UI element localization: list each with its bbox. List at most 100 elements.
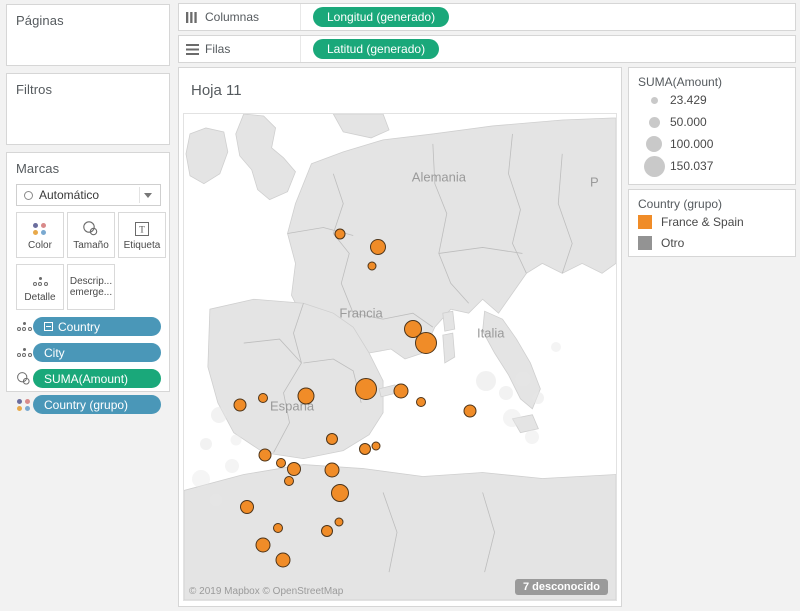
data-mark[interactable]	[416, 396, 427, 407]
pill-label: Latitud (generado)	[327, 42, 426, 56]
ghost-mark	[476, 371, 497, 392]
data-mark[interactable]	[297, 387, 315, 405]
size-button[interactable]: Tamaño	[67, 212, 115, 258]
color-legend-item-france-spain[interactable]: France & Spain	[629, 211, 795, 232]
pill-body[interactable]: Country	[33, 317, 161, 336]
size-button-label: Tamaño	[73, 240, 109, 251]
data-mark[interactable]	[286, 461, 301, 476]
rows-label-text: Filas	[205, 42, 231, 56]
columns-icon	[179, 11, 205, 23]
size-legend-value: 150.037	[670, 159, 714, 173]
map-canvas[interactable]: Alemania Francia Italia España P © 2019 …	[183, 113, 617, 601]
detail-dots-icon	[15, 322, 33, 331]
tooltip-button-label-line2: emerge...	[69, 287, 113, 298]
color-swatch	[638, 235, 652, 250]
data-mark[interactable]	[240, 499, 255, 514]
ghost-mark	[524, 430, 539, 445]
size-legend-item[interactable]: 50.000	[629, 111, 795, 133]
size-legend-value: 23.429	[670, 93, 707, 107]
data-mark[interactable]	[370, 239, 387, 256]
pill-label: City	[44, 345, 65, 360]
pages-card[interactable]: Páginas	[6, 4, 170, 66]
color-button-label: Color	[28, 240, 52, 251]
marks-pill-country[interactable]: Country	[15, 317, 169, 336]
data-mark[interactable]	[283, 476, 294, 487]
ghost-mark	[498, 386, 513, 401]
ghost-mark	[503, 408, 522, 427]
pill-body[interactable]: City	[33, 343, 161, 362]
label-text-icon: T	[134, 218, 150, 240]
filters-card[interactable]: Filtros	[6, 73, 170, 145]
color-legend-label: Otro	[661, 235, 685, 250]
color-swatch	[638, 214, 652, 229]
left-sidebar: Páginas Filtros Marcas Automático Color …	[0, 0, 175, 611]
data-mark[interactable]	[233, 398, 247, 412]
mark-type-dropdown[interactable]: Automático	[16, 184, 161, 206]
svg-text:T: T	[139, 225, 145, 235]
color-button[interactable]: Color	[16, 212, 64, 258]
data-mark[interactable]	[371, 441, 381, 451]
marks-pill-sum-amount[interactable]: SUMA(Amount)	[15, 369, 169, 388]
size-legend-item[interactable]: 100.000	[629, 133, 795, 155]
tableau-window: Páginas Filtros Marcas Automático Color …	[0, 0, 800, 611]
data-mark[interactable]	[414, 332, 437, 355]
ghost-mark	[224, 459, 239, 474]
rows-shelf-label: Filas	[179, 36, 301, 62]
data-mark[interactable]	[255, 537, 271, 553]
ghost-mark	[515, 370, 532, 387]
data-mark[interactable]	[334, 228, 346, 240]
worksheet-view: Hoja 11 Alemania Francia Italia España P…	[178, 67, 622, 607]
data-mark[interactable]	[393, 383, 409, 399]
columns-shelf[interactable]: Columnas Longitud (generado)	[178, 3, 796, 31]
size-legend-item[interactable]: 23.429	[629, 89, 795, 111]
label-button[interactable]: T Etiqueta	[118, 212, 166, 258]
pill-body[interactable]: Country (grupo)	[33, 395, 161, 414]
circle-icon	[638, 96, 670, 104]
size-legend: SUMA(Amount) 23.429 50.000 100.000 150.0…	[628, 67, 796, 185]
data-mark[interactable]	[324, 462, 340, 478]
data-mark[interactable]	[258, 448, 272, 462]
rows-pill-latitude[interactable]: Latitud (generado)	[313, 39, 440, 59]
data-mark[interactable]	[331, 484, 350, 503]
data-mark[interactable]	[355, 377, 378, 400]
color-dots-icon	[33, 218, 47, 240]
color-legend-label: France & Spain	[661, 214, 744, 229]
marks-pill-country-group[interactable]: Country (grupo)	[15, 395, 169, 414]
data-mark[interactable]	[320, 524, 333, 537]
marks-buttons-row-1: Color Tamaño T Etiqueta	[16, 212, 169, 258]
data-mark[interactable]	[358, 442, 371, 455]
pill-body[interactable]: SUMA(Amount)	[33, 369, 161, 388]
data-mark[interactable]	[273, 523, 284, 534]
rows-shelf[interactable]: Filas Latitud (generado)	[178, 35, 796, 63]
minus-box-icon[interactable]	[44, 322, 53, 331]
detail-button[interactable]: Detalle	[16, 264, 64, 310]
tooltip-button[interactable]: Descrip... emerge...	[67, 264, 115, 310]
basemap-landmasses	[184, 114, 616, 600]
detail-button-label: Detalle	[24, 292, 56, 303]
ghost-mark	[209, 493, 223, 507]
marks-pill-city[interactable]: City	[15, 343, 169, 362]
columns-pill-longitude[interactable]: Longitud (generado)	[313, 7, 450, 27]
ghost-mark	[550, 342, 561, 353]
size-circles-icon	[81, 218, 101, 240]
data-mark[interactable]	[334, 517, 344, 527]
size-legend-title: SUMA(Amount)	[638, 75, 723, 89]
data-mark[interactable]	[275, 552, 291, 568]
data-mark[interactable]	[463, 404, 477, 418]
size-legend-item[interactable]: 150.037	[629, 155, 795, 177]
chevron-down-icon[interactable]	[140, 185, 156, 205]
circle-icon	[638, 116, 670, 128]
data-mark[interactable]	[275, 458, 286, 469]
color-legend-item-otro[interactable]: Otro	[629, 232, 795, 253]
ghost-mark	[210, 407, 227, 424]
marks-title: Marcas	[16, 161, 60, 176]
data-mark[interactable]	[325, 432, 338, 445]
unknown-count-badge[interactable]: 7 desconocido	[514, 579, 608, 595]
circle-icon	[638, 136, 670, 152]
columns-shelf-label: Columnas	[179, 4, 301, 30]
data-mark[interactable]	[258, 392, 269, 403]
circle-icon	[24, 190, 33, 200]
color-legend: Country (grupo) France & Spain Otro	[628, 189, 796, 257]
pages-title: Páginas	[16, 13, 64, 28]
data-mark[interactable]	[367, 261, 377, 271]
